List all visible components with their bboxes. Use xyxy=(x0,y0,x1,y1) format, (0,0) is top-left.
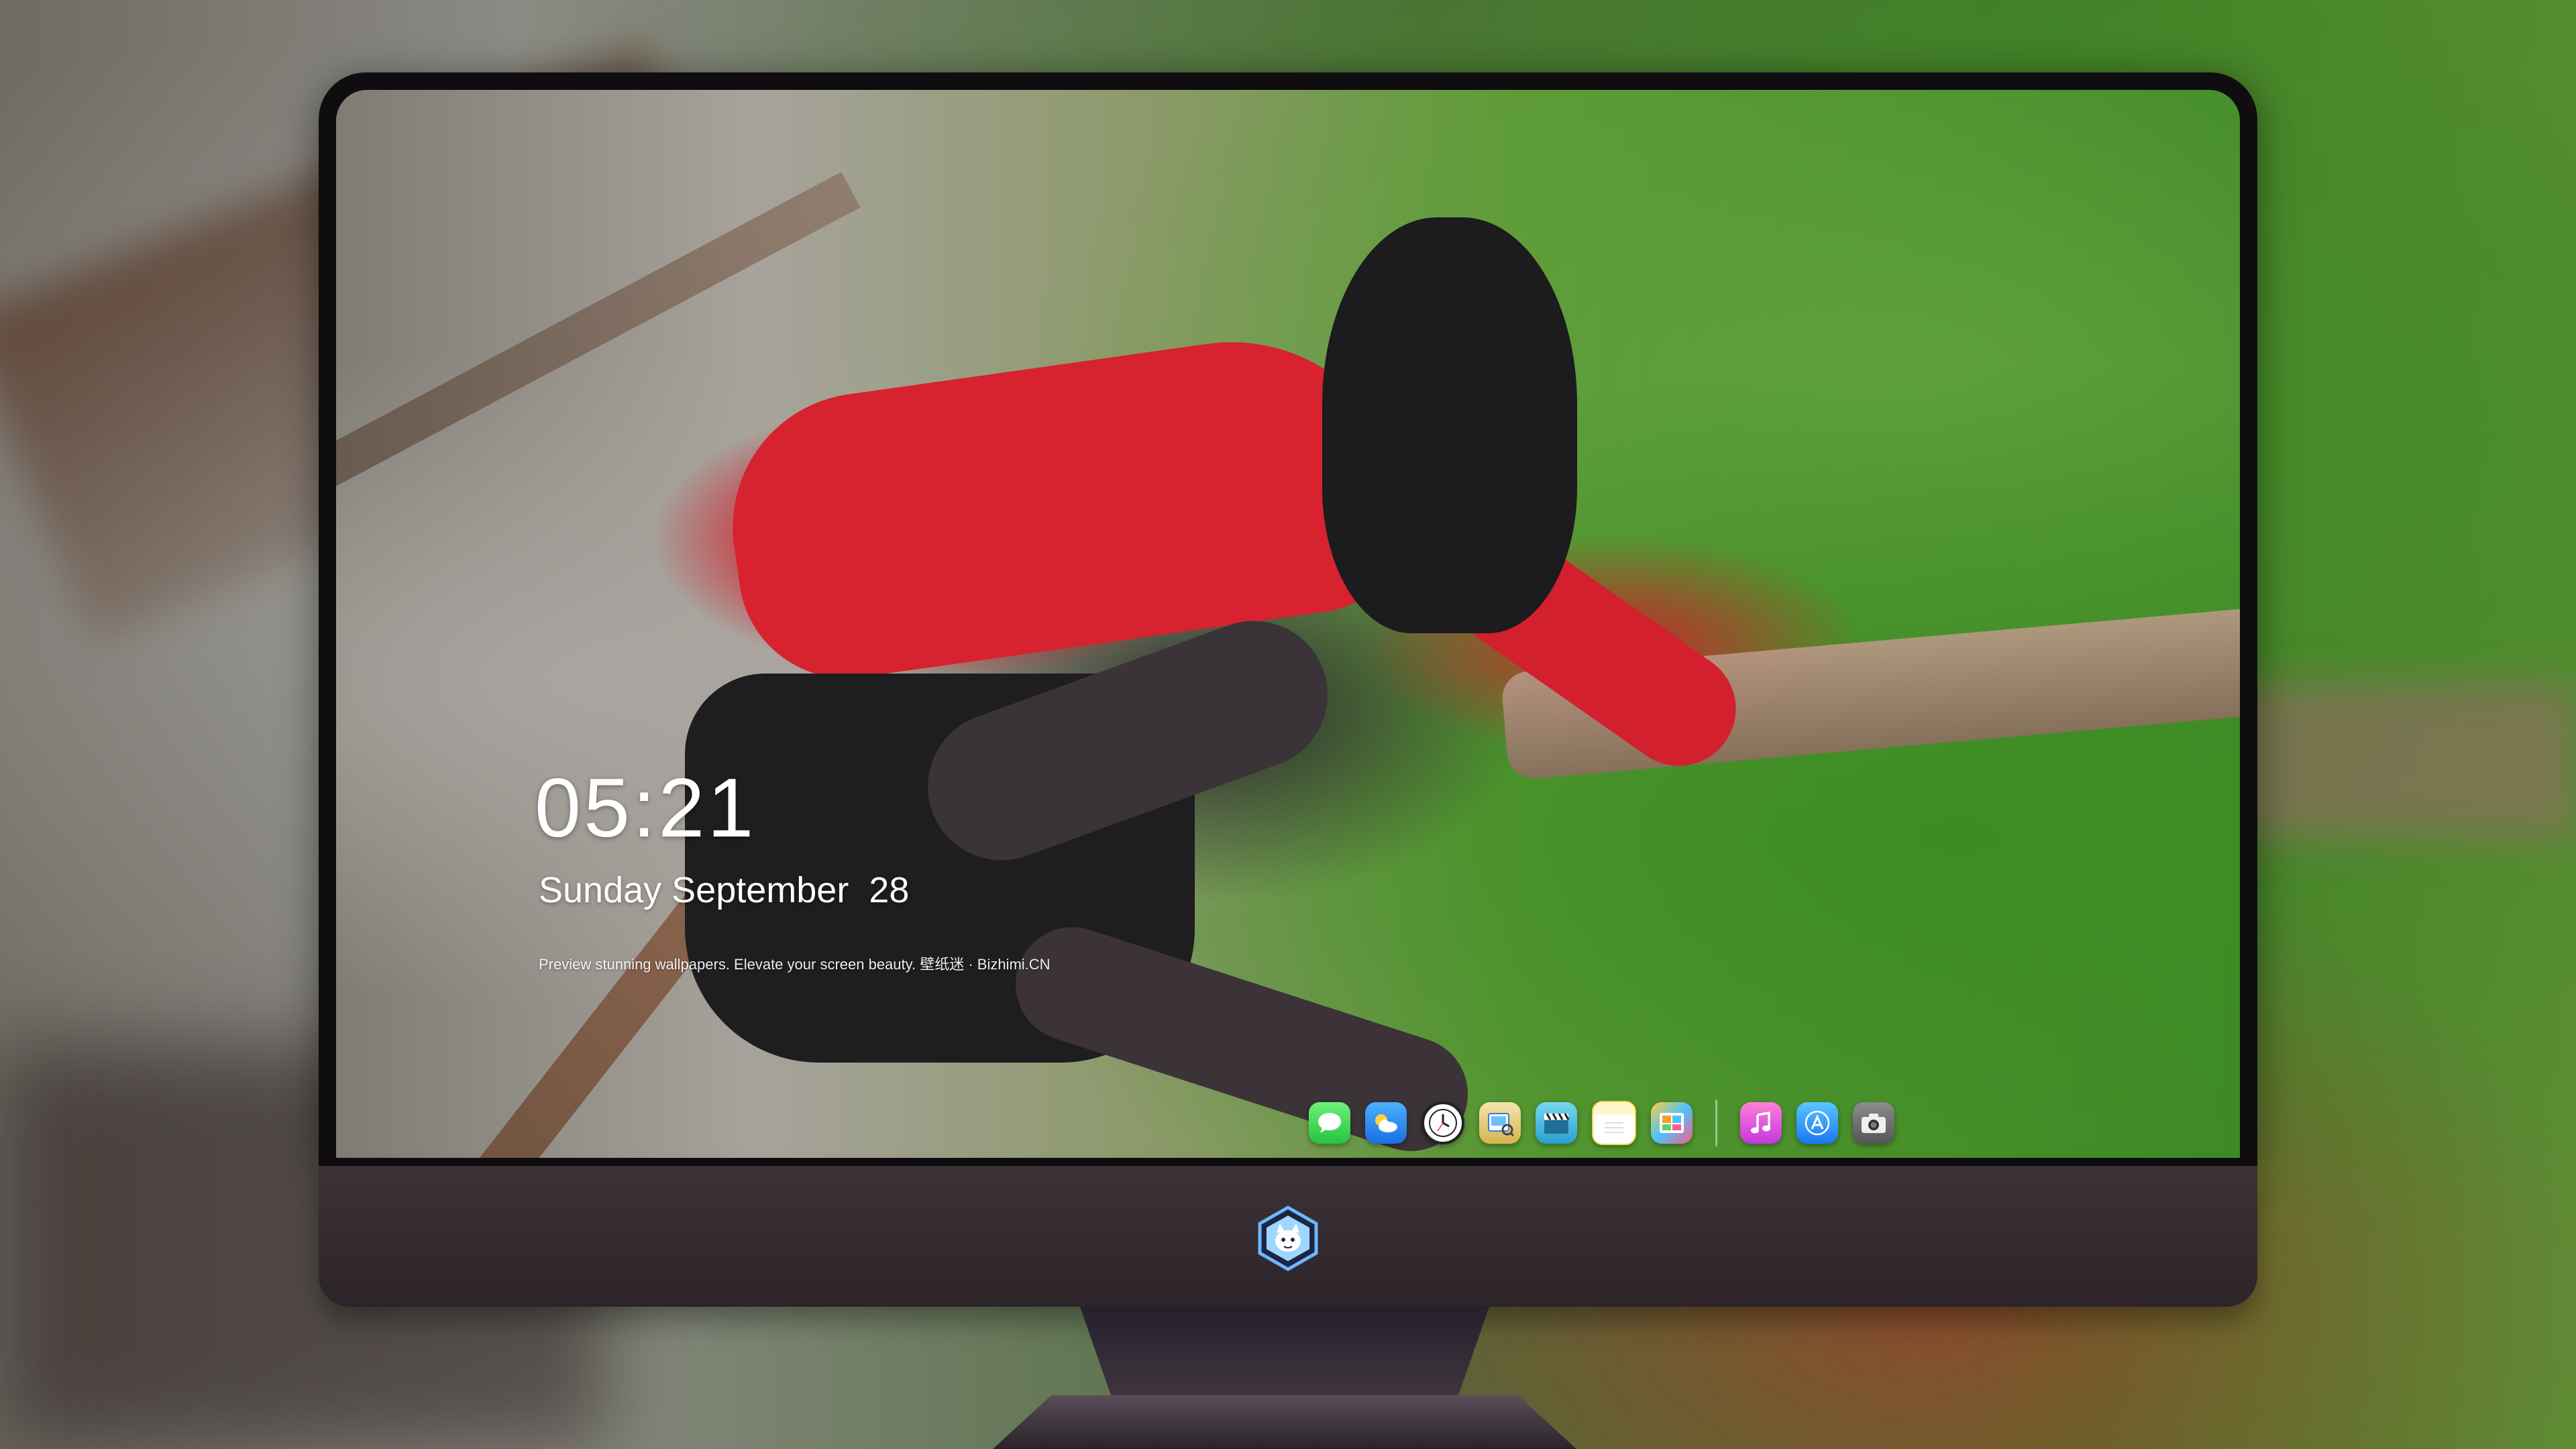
preview-icon[interactable] xyxy=(1479,1102,1521,1144)
camera-icon[interactable] xyxy=(1853,1102,1894,1144)
lock-screen-time: 05:21 xyxy=(535,762,757,855)
desktop-wallpaper: 05:21 Sunday September 28 Preview stunni… xyxy=(336,90,2240,1158)
dock xyxy=(1309,1089,1894,1157)
app-store-icon[interactable] xyxy=(1796,1102,1838,1144)
monitor-stand-neck xyxy=(1080,1307,1489,1401)
monitor-bezel: 05:21 Sunday September 28 Preview stunni… xyxy=(319,72,2257,1166)
notes-icon[interactable] xyxy=(1592,1101,1636,1145)
music-icon[interactable] xyxy=(1740,1102,1782,1144)
dock-separator xyxy=(1715,1099,1717,1146)
weather-icon[interactable] xyxy=(1365,1102,1407,1144)
monitor: 05:21 Sunday September 28 Preview stunni… xyxy=(319,72,2257,1307)
wallpaper-figure-hair xyxy=(1322,217,1577,633)
clock-icon[interactable] xyxy=(1421,1102,1464,1144)
messages-icon[interactable] xyxy=(1309,1102,1350,1144)
clapperboard-icon[interactable] xyxy=(1536,1102,1577,1144)
lock-screen-tagline: Preview stunning wallpapers. Elevate you… xyxy=(539,956,1051,973)
wallpaper-figure-jacket xyxy=(715,319,1419,692)
monitor-stand-base xyxy=(993,1395,1576,1449)
photos-icon[interactable] xyxy=(1651,1102,1693,1144)
bizhimi-logo-icon xyxy=(1254,1205,1322,1272)
lock-screen-date: Sunday September 28 xyxy=(539,870,910,910)
